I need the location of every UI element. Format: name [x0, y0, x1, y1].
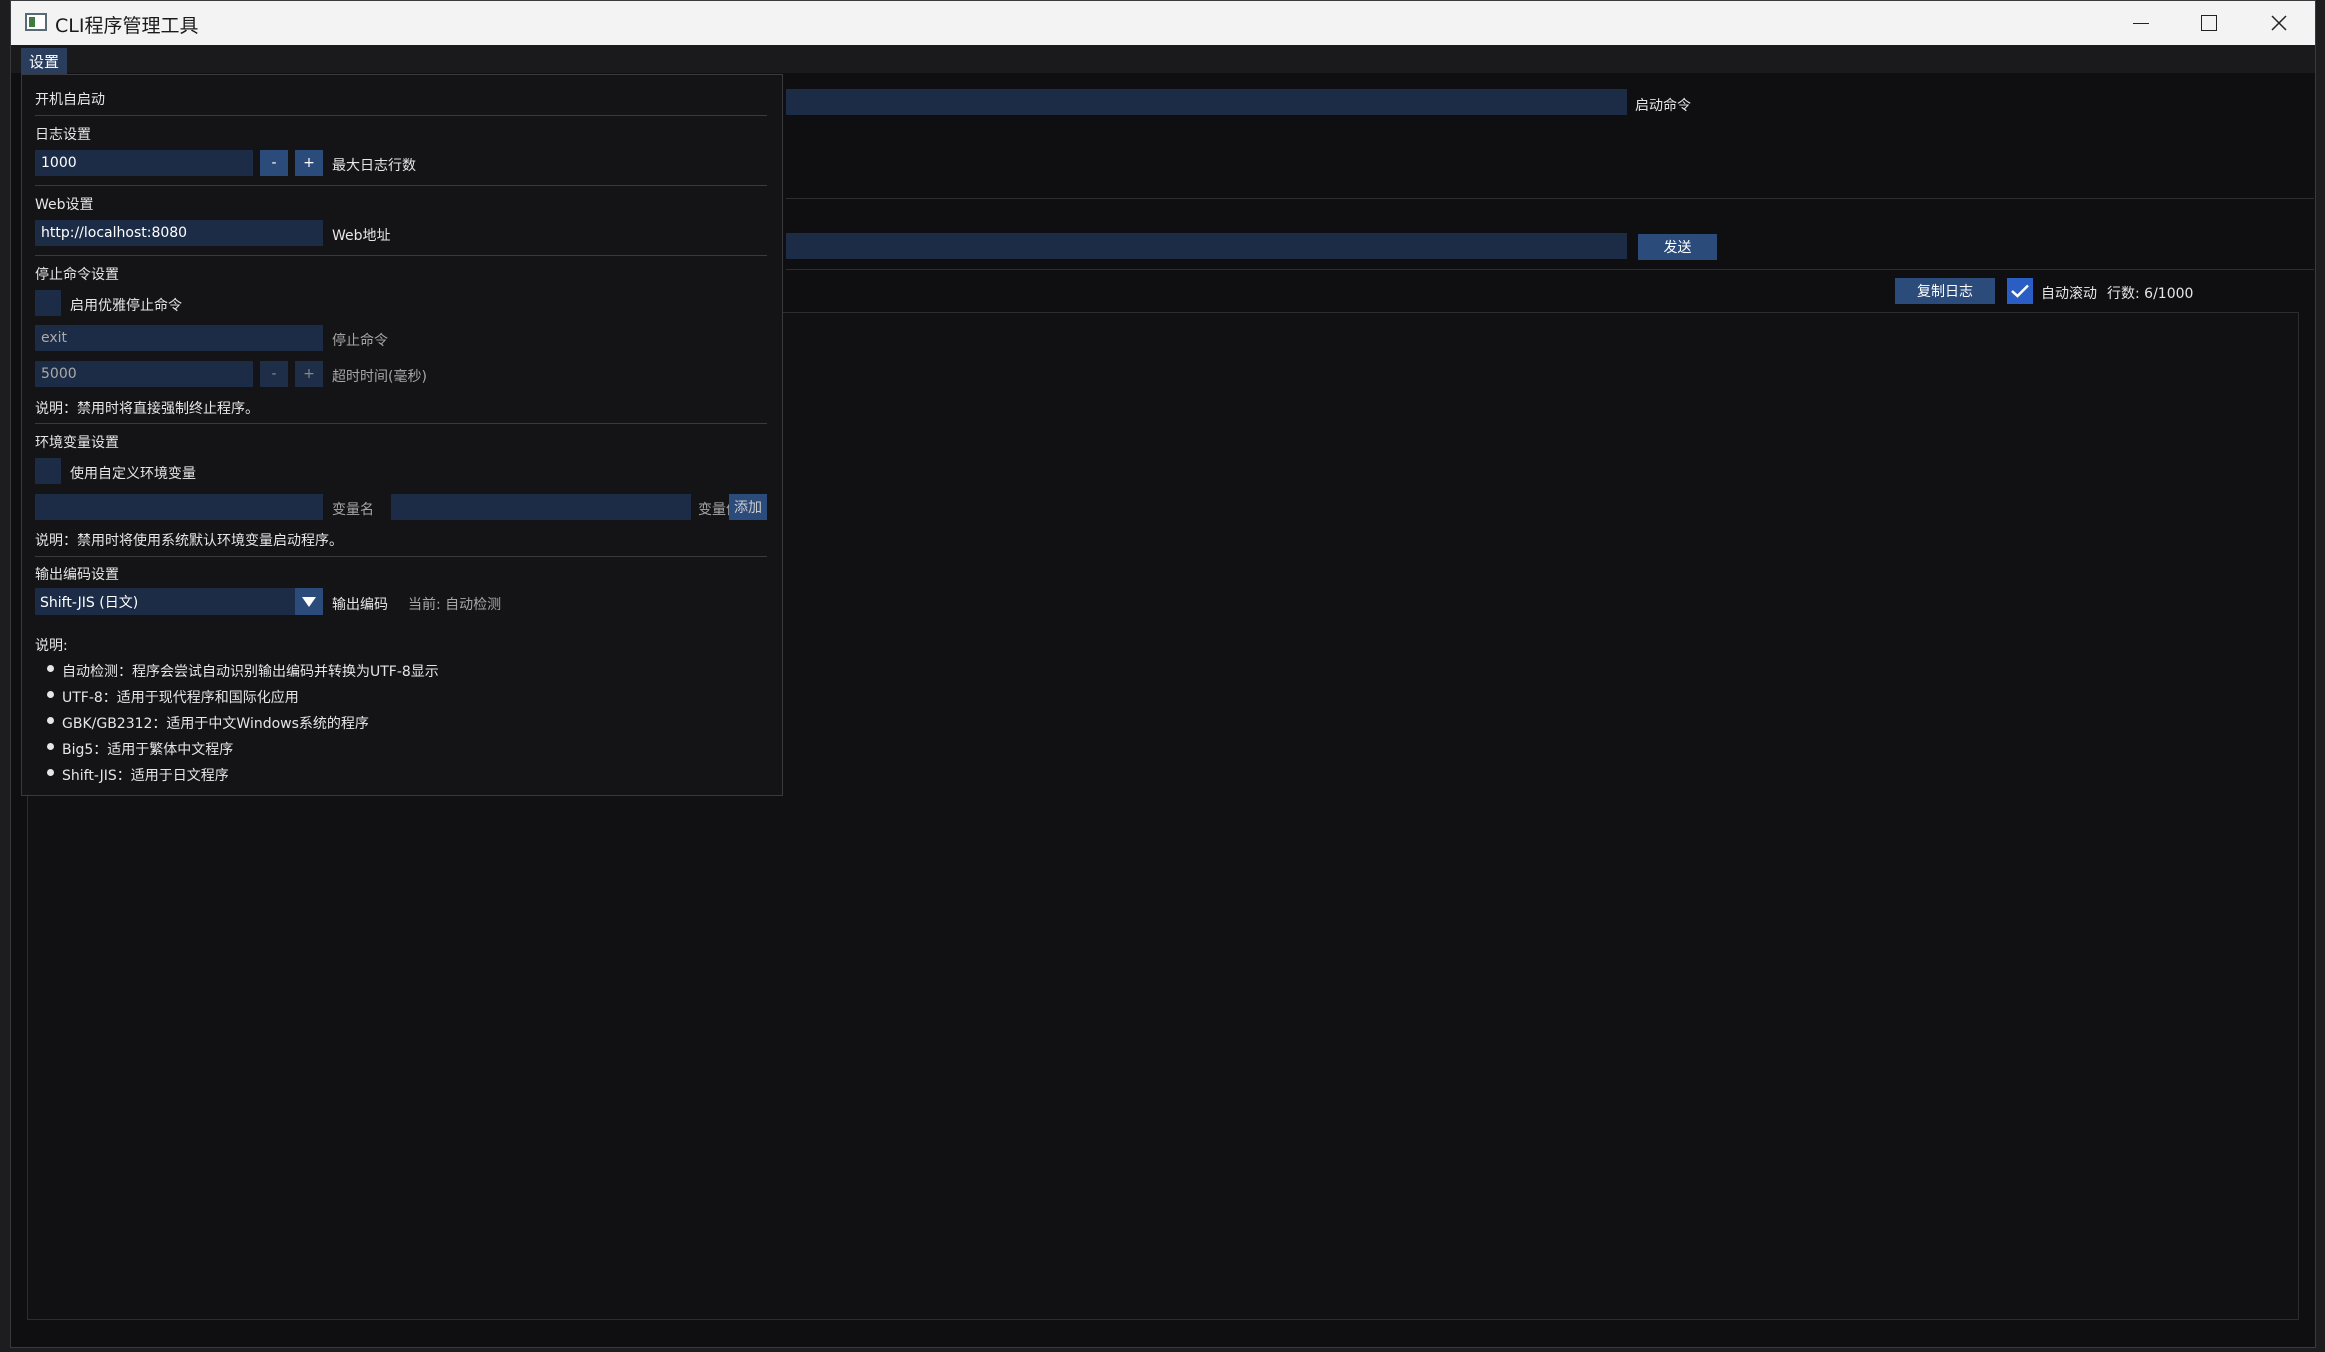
max-log-lines-decrement-button[interactable]: - [260, 150, 288, 176]
bullet-icon [47, 769, 54, 776]
start-command-input[interactable] [786, 89, 1627, 115]
env-value-input[interactable] [391, 494, 691, 520]
stop-timeout-decrement-button[interactable]: - [260, 361, 288, 387]
output-encoding-label: 输出编码 [332, 597, 388, 613]
divider [35, 115, 767, 116]
stop-settings-note: 说明：禁用时将直接强制终止程序。 [35, 401, 259, 417]
divider [35, 185, 767, 186]
maximize-button[interactable] [2175, 1, 2243, 45]
custom-env-checkbox[interactable] [35, 458, 61, 484]
encoding-settings-heading: 输出编码设置 [35, 567, 119, 583]
checkmark-icon [2011, 284, 2029, 298]
bullet-icon [47, 717, 54, 724]
current-encoding: 当前: 自动检测 [408, 597, 502, 613]
encoding-note-heading: 说明: [35, 638, 68, 654]
env-settings-note: 说明：禁用时将使用系统默认环境变量启动程序。 [35, 533, 343, 549]
encoding-note-item: 自动检测：程序会尝试自动识别输出编码并转换为UTF-8显示 [62, 664, 439, 680]
divider [35, 423, 767, 424]
encoding-note-item: UTF-8：适用于现代程序和国际化应用 [62, 690, 299, 706]
divider [786, 269, 2314, 270]
bullet-icon [47, 743, 54, 750]
dropdown-arrow-icon[interactable] [295, 588, 323, 615]
auto-scroll-label: 自动滚动 [2041, 286, 2097, 302]
line-count: 行数: 6/1000 [2107, 286, 2194, 302]
minimize-button[interactable] [2107, 1, 2175, 45]
graceful-stop-label: 启用优雅停止命令 [70, 298, 182, 314]
max-log-lines-input[interactable]: 1000 [35, 150, 253, 176]
stop-command-input[interactable]: exit [35, 325, 323, 351]
auto-scroll-checkbox[interactable] [2007, 278, 2033, 304]
bullet-icon [47, 691, 54, 698]
encoding-note-item: GBK/GB2312：适用于中文Windows系统的程序 [62, 716, 369, 732]
title-bar[interactable]: CLI程序管理工具 [11, 1, 2315, 45]
close-icon [2271, 15, 2287, 31]
settings-panel: 开机自启动 日志设置 1000 - + 最大日志行数 Web设置 http://… [21, 74, 783, 796]
divider [786, 198, 2314, 199]
send-button[interactable]: 发送 [1638, 234, 1717, 260]
window-title: CLI程序管理工具 [55, 15, 199, 37]
send-input[interactable] [786, 233, 1627, 259]
stop-timeout-increment-button[interactable]: + [295, 361, 323, 387]
encoding-note-item: Big5：适用于繁体中文程序 [62, 742, 234, 758]
output-encoding-selected: Shift-JIS (日文) [40, 594, 139, 611]
env-add-button[interactable]: 添加 [729, 494, 767, 520]
start-command-label: 启动命令 [1635, 98, 1691, 114]
env-settings-heading: 环境变量设置 [35, 435, 119, 451]
stop-settings-heading: 停止命令设置 [35, 267, 119, 283]
app-icon [25, 13, 47, 31]
graceful-stop-checkbox[interactable] [35, 290, 61, 316]
stop-timeout-label: 超时时间(毫秒) [332, 369, 427, 385]
stop-timeout-input[interactable]: 5000 [35, 361, 253, 387]
bullet-icon [47, 665, 54, 672]
menu-settings[interactable]: 设置 [21, 48, 68, 75]
max-log-lines-increment-button[interactable]: + [295, 150, 323, 176]
app-window: CLI程序管理工具 设置 启动命令 发送 复制日志 自动滚动 行数: 6/100… [10, 0, 2316, 1348]
maximize-icon [2201, 15, 2217, 31]
close-button[interactable] [2245, 1, 2313, 45]
env-name-input[interactable] [35, 494, 323, 520]
web-address-input[interactable]: http://localhost:8080 [35, 220, 323, 246]
env-name-label: 变量名 [332, 502, 374, 518]
max-log-lines-label: 最大日志行数 [332, 158, 416, 174]
copy-log-button[interactable]: 复制日志 [1895, 278, 1995, 304]
web-address-label: Web地址 [332, 228, 391, 244]
encoding-note-item: Shift-JIS：适用于日文程序 [62, 768, 229, 784]
stop-command-label: 停止命令 [332, 333, 388, 349]
custom-env-label: 使用自定义环境变量 [70, 466, 196, 482]
divider [35, 556, 767, 557]
minimize-icon [2133, 22, 2149, 24]
divider [35, 255, 767, 256]
autostart-item[interactable]: 开机自启动 [35, 89, 105, 109]
output-encoding-select[interactable]: Shift-JIS (日文) [35, 588, 323, 615]
menu-bar: 设置 [11, 45, 2315, 75]
log-settings-heading: 日志设置 [35, 127, 91, 143]
web-settings-heading: Web设置 [35, 197, 94, 213]
